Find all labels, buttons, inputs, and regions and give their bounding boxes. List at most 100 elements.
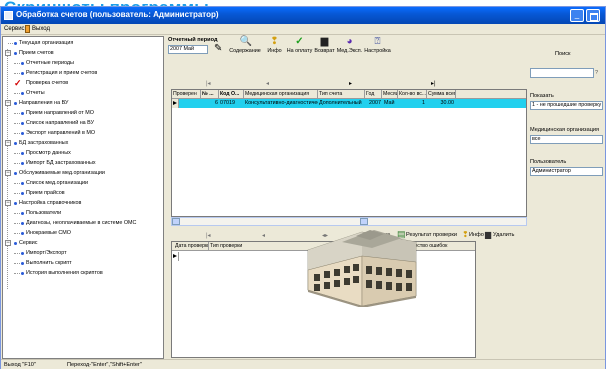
tree-item[interactable]: Регистрация и прием счетов — [3, 69, 163, 78]
bottom-info-button[interactable]: Инфо — [469, 232, 484, 238]
first-record-icon[interactable]: |◂ — [206, 80, 211, 87]
tree-item-label: Регистрация и прием счетов — [26, 70, 98, 76]
bullet-icon — [21, 122, 24, 125]
column-header[interactable]: Код О... — [219, 90, 244, 99]
invoices-grid[interactable]: Проверен № ... Код О... Медицинская орга… — [171, 89, 527, 217]
content-button[interactable]: 🔍 Содержание — [226, 36, 264, 54]
menu-service[interactable]: Сервис — [4, 26, 25, 32]
tree-item[interactable]: Список мед.организации — [3, 179, 163, 188]
collapse-icon[interactable]: − — [5, 50, 11, 56]
column-header[interactable]: Год — [365, 90, 382, 99]
column-header[interactable]: Сумма всего — [427, 90, 456, 99]
tree-item[interactable]: − Направления на ВУ — [3, 99, 163, 108]
to-pay-button[interactable]: ✓ На оплату — [285, 36, 314, 54]
show-filter-select[interactable]: 1 - не прошедшие проверку — [530, 101, 603, 110]
row-indicator-icon — [172, 99, 179, 108]
column-header[interactable]: № ... — [201, 90, 219, 99]
tree-item[interactable]: Список направлений на ВУ — [3, 119, 163, 128]
tree-item[interactable]: Просмотр данных — [3, 149, 163, 158]
tree-item[interactable]: Прием направлений от МО — [3, 109, 163, 118]
folder-bullet-icon — [14, 242, 17, 245]
period-select[interactable]: 2007 Май — [168, 45, 208, 54]
tree-item[interactable]: Инокраевые СМО — [3, 229, 163, 238]
to-pay-button-label: На оплату — [286, 48, 313, 54]
delete-button[interactable]: Удалить — [493, 232, 514, 238]
column-header[interactable]: Проверен — [172, 90, 201, 99]
cell-month: Май — [384, 100, 395, 106]
tree-item[interactable]: Отчетные периоды — [3, 59, 163, 68]
tree-item[interactable]: − Сервис — [3, 239, 163, 248]
return-button-label: Возврат — [314, 48, 335, 54]
tree-item[interactable]: Импорт БД застрахованных — [3, 159, 163, 168]
tree-item[interactable]: История выполнения скриптов — [3, 269, 163, 278]
column-header[interactable]: Дата проверки — [172, 242, 209, 251]
collapse-icon[interactable]: − — [5, 240, 11, 246]
folder-bullet-icon — [14, 202, 17, 205]
info-icon: ❢ — [462, 230, 469, 239]
globe-icon: ◕ — [346, 36, 353, 47]
menu-exit[interactable]: Выход — [32, 26, 50, 32]
tree-item[interactable]: − Настройка справочников — [3, 199, 163, 208]
tree-item-label: Просмотр данных — [26, 150, 71, 156]
folder-bullet-icon — [14, 142, 17, 145]
user-filter-select[interactable]: Администратор — [530, 167, 603, 176]
cell-sum: 30.00 — [440, 100, 455, 106]
window-title: Обработка счетов (пользователь: Админист… — [16, 10, 219, 19]
minimize-button[interactable]: _ — [570, 9, 584, 22]
exit-door-icon[interactable] — [25, 25, 30, 33]
tree-item-label: Импорт/Экспорт — [26, 250, 67, 256]
bullet-icon — [21, 112, 24, 115]
tree-item[interactable]: Выполнить скрипт — [3, 259, 163, 268]
pencil-icon[interactable]: ✎ — [214, 44, 222, 54]
collapse-icon[interactable]: − — [5, 170, 11, 176]
cell-year: 2007 — [369, 100, 381, 106]
prev-record-icon[interactable]: ◂ — [266, 80, 269, 87]
tree-item[interactable]: Пользователи — [3, 209, 163, 218]
collapse-icon[interactable]: − — [5, 200, 11, 206]
bullet-icon — [21, 272, 24, 275]
tree-item[interactable]: ✓ Проверка счетов — [3, 79, 163, 88]
tree-item[interactable]: Импорт/Экспорт — [3, 249, 163, 258]
column-header[interactable]: Медицинская организация — [244, 90, 318, 99]
prev-record-icon[interactable]: ◂ — [262, 232, 265, 239]
search-input[interactable] — [530, 68, 594, 78]
org-filter-select[interactable]: все — [530, 135, 603, 144]
last-record-icon[interactable]: ▸| — [431, 80, 436, 87]
tree-item[interactable]: − БД застрахованных — [3, 139, 163, 148]
scroll-left-button[interactable] — [172, 218, 180, 225]
tree-item-label: Настройка справочников — [19, 200, 82, 206]
collapse-icon[interactable]: − — [5, 140, 11, 146]
record-navigator-top: |◂ ◂ ▸ ▸| — [206, 80, 526, 88]
tree-item[interactable]: − Прием счетов — [3, 49, 163, 58]
next-record-icon[interactable]: ▸ — [349, 80, 352, 87]
show-filter-value: 1 - не прошедшие проверку — [532, 102, 602, 108]
tree-item[interactable]: Текущая организация — [3, 39, 163, 48]
bin-icon: ▆ — [320, 36, 329, 47]
user-filter-value: Администратор — [532, 168, 571, 174]
med-exp-button[interactable]: ◕ Мед.Эксп. — [336, 36, 363, 54]
column-header[interactable]: Месяц — [382, 90, 398, 99]
search-help-icon[interactable]: ? — [595, 70, 598, 76]
maximize-button[interactable] — [586, 9, 600, 22]
tree-item[interactable]: − Обслуживаемые мед.организации — [3, 169, 163, 178]
tree-item[interactable]: Прием прайсов — [3, 189, 163, 198]
tree-item-label: Сервис — [19, 240, 38, 246]
info-button[interactable]: ❢ Инфо — [266, 36, 283, 54]
table-row[interactable]: 6 07019 Консультативно-диагностический ц… — [172, 99, 526, 108]
first-record-icon[interactable]: |◂ — [206, 232, 211, 239]
bullet-icon — [14, 42, 17, 45]
tree-item[interactable]: Отчеты — [3, 89, 163, 98]
tree-item-label: Проверка счетов — [26, 80, 69, 86]
collapse-icon[interactable]: − — [5, 100, 11, 106]
settings-button[interactable]: ⍰ Настройка — [363, 36, 392, 54]
tree-item-label: Текущая организация — [19, 40, 74, 46]
column-header[interactable]: Кол-во вс... — [398, 90, 427, 99]
column-header[interactable]: Тип счета — [318, 90, 365, 99]
return-button[interactable]: ▆ Возврат — [314, 36, 335, 54]
cell-invoice-type: Дополнительный — [319, 100, 362, 106]
cell-org-name: Консультативно-диагностический центр — [245, 100, 318, 106]
tree-item[interactable]: Экспорт направлений в МО — [3, 129, 163, 138]
tree-item-label: Инокраевые СМО — [26, 230, 71, 236]
tree-item-label: Обслуживаемые мед.организации — [19, 170, 105, 176]
tree-item[interactable]: Диагнозы, неоплачиваемые в системе ОМС — [3, 219, 163, 228]
